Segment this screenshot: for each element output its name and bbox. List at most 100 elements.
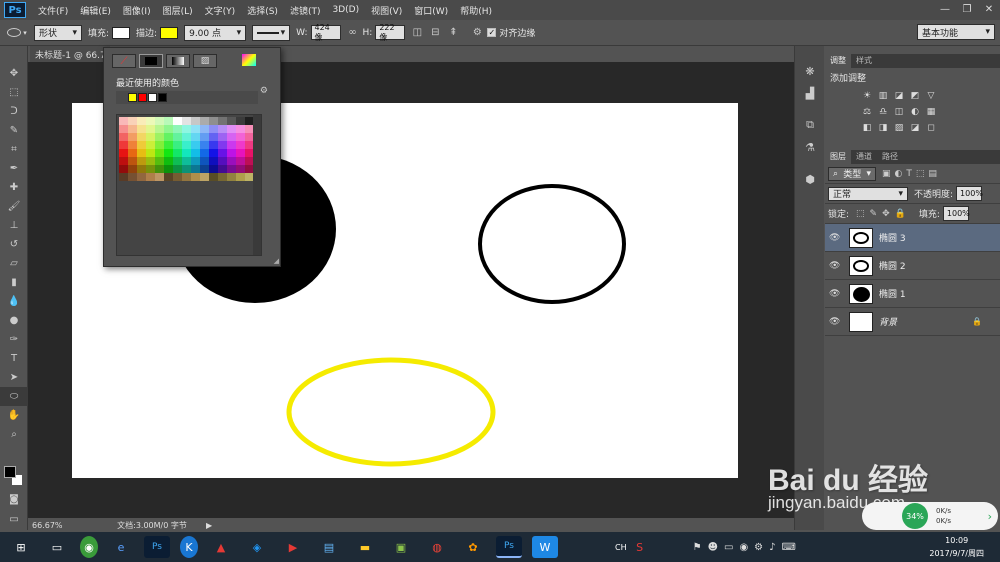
actions-icon[interactable]: ⚗	[795, 136, 825, 158]
color-swatch[interactable]	[236, 117, 245, 125]
crop-tool-icon[interactable]: ⌗	[0, 140, 28, 159]
color-swatch[interactable]	[173, 141, 182, 149]
fill-swatch[interactable]	[112, 26, 131, 39]
color-swatch[interactable]	[119, 157, 128, 165]
vibrance-icon[interactable]: ▽	[923, 89, 939, 103]
blend-mode-select[interactable]: 正常 ▾	[828, 186, 908, 201]
color-swatch[interactable]	[227, 141, 236, 149]
color-swatch[interactable]	[227, 165, 236, 173]
folder-icon[interactable]: ▬	[352, 536, 378, 558]
levels-icon[interactable]: ▥	[875, 89, 891, 103]
color-swatch[interactable]	[119, 173, 128, 181]
eye-icon[interactable]: 👁	[829, 317, 843, 327]
color-swatch[interactable]	[155, 173, 164, 181]
color-swatch[interactable]	[119, 133, 128, 141]
gradient-icon[interactable]	[166, 54, 190, 68]
color-swatch[interactable]	[209, 149, 218, 157]
layer-row[interactable]: 👁 椭圆 1	[825, 280, 1000, 308]
history-brush-tool-icon[interactable]: ↺	[0, 235, 28, 254]
color-swatch[interactable]	[218, 165, 227, 173]
histogram-icon[interactable]: ▟	[795, 82, 825, 104]
close-icon[interactable]: ✕	[978, 0, 1000, 18]
dodge-tool-icon[interactable]: ●	[0, 311, 28, 330]
chrome-icon[interactable]: ◍	[424, 536, 450, 558]
workspace-select[interactable]: 基本功能 ▾	[917, 24, 995, 40]
color-swatch[interactable]	[227, 133, 236, 141]
path-alignment-icon[interactable]: ⊟	[427, 25, 443, 41]
color-swatch[interactable]	[137, 165, 146, 173]
app-icon[interactable]: ◉	[80, 536, 98, 558]
color-swatch[interactable]	[218, 117, 227, 125]
color-swatch[interactable]	[218, 149, 227, 157]
color-swatch[interactable]	[218, 125, 227, 133]
color-swatch[interactable]	[173, 117, 182, 125]
color-swatch[interactable]	[128, 125, 137, 133]
channel-mixer-icon[interactable]: ▦	[923, 105, 939, 119]
color-swatch[interactable]	[236, 173, 245, 181]
color-swatch[interactable]	[209, 117, 218, 125]
menu-window[interactable]: 窗口(W)	[408, 4, 454, 17]
color-swatch[interactable]	[209, 125, 218, 133]
menu-filter[interactable]: 滤镜(T)	[284, 4, 327, 17]
3d-icon[interactable]: ⬢	[795, 168, 825, 190]
gear-icon[interactable]: ⚙	[469, 25, 485, 41]
hue-saturation-icon[interactable]: ⚖	[859, 105, 875, 119]
acrobat-icon[interactable]: ▲	[208, 536, 234, 558]
color-swatch[interactable]	[155, 133, 164, 141]
move-tool-icon[interactable]: ✥	[0, 64, 28, 83]
color-swatch[interactable]	[218, 133, 227, 141]
no-color-icon[interactable]: ⟋	[112, 54, 136, 68]
color-swatch[interactable]	[200, 133, 209, 141]
paint-icon[interactable]: ✿	[460, 536, 486, 558]
threshold-icon[interactable]: ▨	[891, 121, 907, 135]
color-swatch[interactable]	[164, 117, 173, 125]
screen-mode-icon[interactable]: ▭	[0, 510, 28, 529]
color-swatch[interactable]	[182, 125, 191, 133]
color-swatch[interactable]	[155, 117, 164, 125]
color-swatch[interactable]	[164, 141, 173, 149]
color-swatch[interactable]	[191, 149, 200, 157]
color-swatch[interactable]	[209, 173, 218, 181]
color-swatch[interactable]	[164, 125, 173, 133]
brush-tool-icon[interactable]: 🖌	[0, 197, 28, 216]
menu-type[interactable]: 文字(Y)	[199, 4, 242, 17]
color-swatch[interactable]	[182, 133, 191, 141]
layer-row[interactable]: 👁 背景 🔒	[825, 308, 1000, 336]
eye-icon[interactable]: 👁	[829, 261, 843, 271]
color-swatch[interactable]	[137, 173, 146, 181]
color-swatch[interactable]	[128, 173, 137, 181]
path-arrangement-icon[interactable]: ⇞	[445, 25, 461, 41]
recent-swatch[interactable]	[128, 93, 137, 102]
color-swatch[interactable]	[146, 149, 155, 157]
recent-swatch[interactable]	[138, 93, 147, 102]
color-swatch[interactable]	[146, 157, 155, 165]
color-swatch[interactable]	[236, 133, 245, 141]
color-swatch[interactable]	[182, 173, 191, 181]
play-icon[interactable]: ▶	[206, 521, 212, 530]
color-swatch[interactable]	[218, 173, 227, 181]
stroke-type-select[interactable]: ▾	[252, 24, 291, 41]
quick-mask-icon[interactable]: ◙	[0, 490, 28, 509]
photoshop-active-icon[interactable]: Ps	[496, 536, 522, 558]
tab-paths[interactable]: 路径	[877, 150, 903, 164]
color-swatch[interactable]	[200, 117, 209, 125]
filter-icons[interactable]: ▣◐T⬚▤	[882, 169, 941, 179]
color-swatch[interactable]	[191, 173, 200, 181]
color-swatch[interactable]	[209, 165, 218, 173]
iqiyi-icon[interactable]: ▣	[388, 536, 414, 558]
height-input[interactable]: 222 像	[375, 23, 406, 42]
color-swatch[interactable]	[128, 165, 137, 173]
color-swatch[interactable]	[191, 117, 200, 125]
media-icon[interactable]: ▶	[280, 536, 306, 558]
color-swatch[interactable]	[209, 157, 218, 165]
recent-swatch[interactable]	[158, 93, 167, 102]
color-swatch[interactable]	[137, 157, 146, 165]
color-swatch[interactable]	[164, 133, 173, 141]
color-swatch[interactable]	[164, 149, 173, 157]
color-swatch[interactable]	[146, 173, 155, 181]
photoshop-icon[interactable]: Ps	[144, 536, 170, 558]
navigator-icon[interactable]: ❋	[795, 60, 825, 82]
color-swatch[interactable]	[173, 157, 182, 165]
zoom-tool-icon[interactable]: ⌕	[0, 425, 28, 444]
tab-styles[interactable]: 样式	[851, 54, 877, 68]
